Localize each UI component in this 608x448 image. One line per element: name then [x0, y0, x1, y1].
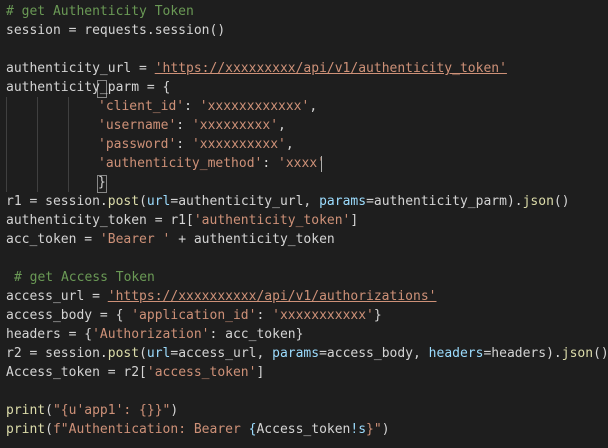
code-token: url	[146, 194, 171, 209]
code-token: 'https://xxxxxxxxxx/api/v1/authorization…	[107, 289, 437, 304]
code-token: print	[6, 403, 46, 418]
code-token: authenticity_url =	[6, 61, 155, 76]
code-token: ,	[278, 118, 286, 133]
code-token: 'xxxx'	[278, 156, 325, 171]
code-token: 'Authorization'	[92, 327, 210, 342]
code-token: 'access_token'	[146, 365, 257, 380]
code-token: :	[184, 99, 200, 114]
code-line-r1-post[interactable]: r1 = session.post(url=authenticity_url, …	[6, 192, 570, 211]
code-token: 'client_id'	[98, 99, 185, 114]
code-token: json	[561, 346, 594, 361]
code-token: ()	[553, 194, 570, 209]
code-token: :	[176, 118, 192, 133]
code-token: # get Authenticity Token	[6, 4, 194, 19]
code-line-print-fstring[interactable]: print(f"Authentication: Bearer {Access_t…	[6, 420, 390, 439]
code-token: # get Access Token	[14, 270, 155, 285]
code-token: access_url =	[6, 289, 108, 304]
code-line-client-id[interactable]: 'client_id': 'xxxxxxxxxxxx',	[6, 97, 317, 116]
code-token: )	[170, 403, 179, 418]
code-token: =access_body,	[319, 346, 429, 361]
code-token: Access_token	[256, 422, 351, 437]
code-line-authenticity-parm[interactable]: authenticity_parm = {	[6, 78, 170, 97]
code-token: headers = {	[6, 327, 93, 342]
code-line-authenticity-method[interactable]: 'authenticity_method': 'xxxx'	[6, 154, 325, 173]
code-line-session[interactable]: session = requests.session()	[6, 21, 225, 40]
code-token: + authenticity_token	[170, 232, 335, 247]
code-token: (	[139, 346, 147, 361]
code-token: =authenticity_parm).	[366, 194, 523, 209]
code-token: 'https://xxxxxxxxx/api/v1/authenticity_t…	[154, 61, 507, 76]
code-token: 'Bearer '	[99, 232, 171, 247]
code-token: =headers).	[483, 346, 562, 361]
code-token: url	[146, 346, 171, 361]
code-editor[interactable]: # get Authenticity Token session = reque…	[0, 0, 608, 448]
code-token: "{u'app1': {}}"	[52, 403, 171, 418]
code-token: (	[45, 403, 53, 418]
code-token: 'xxxxxxxxxxx'	[272, 308, 374, 323]
code-token: 'xxxxxxxxxxxx'	[199, 99, 310, 114]
code-token: authenticity_parm = {	[6, 80, 171, 95]
code-line-acc-token[interactable]: acc_token = 'Bearer ' + authenticity_tok…	[6, 230, 335, 249]
code-token: acc_token =	[6, 232, 100, 247]
code-line-print[interactable]: print("{u'app1': {}}")	[6, 401, 178, 420]
code-token: }	[373, 308, 382, 323]
code-token: json	[522, 194, 554, 209]
code-token: :	[262, 156, 279, 171]
code-token: 'password'	[98, 137, 177, 152]
code-token: authenticity_token = r1[	[6, 213, 194, 228]
code-token: ]	[350, 213, 359, 228]
code-line-comment[interactable]: # get Authenticity Token	[6, 2, 194, 21]
code-token: 'xxxxxxxxxx'	[191, 137, 286, 152]
code-token: 'xxxxxxxxx'	[191, 118, 279, 133]
code-token: access_body = {	[6, 308, 132, 323]
code-token: ]	[256, 365, 265, 380]
code-token: params	[319, 194, 367, 209]
code-token: )	[381, 422, 390, 437]
code-line-access-url[interactable]: access_url = 'https://xxxxxxxxxx/api/v1/…	[6, 287, 436, 306]
code-token: 'authenticity_token'	[193, 213, 351, 228]
code-token: =authenticity_url,	[170, 194, 320, 209]
code-token: :	[256, 308, 273, 323]
code-token: params	[272, 346, 320, 361]
code-token: r1 = session.	[6, 194, 108, 209]
code-token: post	[107, 346, 140, 361]
code-token: (	[45, 422, 53, 437]
code-token: : acc_token}	[209, 327, 304, 342]
code-token: session = requests.session()	[6, 23, 226, 38]
code-line-access-body[interactable]: access_body = { 'application_id': 'xxxxx…	[6, 306, 382, 325]
code-line-r2-post[interactable]: r2 = session.post(url=access_url, params…	[6, 344, 608, 363]
text-cursor	[321, 156, 322, 172]
code-token: :	[176, 137, 192, 152]
code-token: f"Authentication: Bearer	[52, 422, 249, 437]
code-line-password[interactable]: 'password': 'xxxxxxxxxx',	[6, 135, 294, 154]
code-token: Access_token = r2[	[6, 365, 147, 380]
code-line-access-token[interactable]: Access_token = r2['access_token']	[6, 363, 264, 382]
code-line-authenticity-url[interactable]: authenticity_url = 'https://xxxxxxxxx/ap…	[6, 59, 507, 78]
code-token: post	[107, 194, 140, 209]
code-token: r2 = session.	[6, 346, 108, 361]
code-token: 'username'	[98, 118, 177, 133]
code-token: }	[98, 175, 106, 190]
code-line-username[interactable]: 'username': 'xxxxxxxxx',	[6, 116, 286, 135]
code-token: (	[139, 194, 147, 209]
code-line-authenticity-token[interactable]: authenticity_token = r1['authenticity_to…	[6, 211, 358, 230]
code-token: 'authenticity_method'	[98, 156, 263, 171]
code-line-dict-close[interactable]: }	[6, 173, 106, 192]
code-token: ,	[285, 137, 294, 152]
code-line-headers[interactable]: headers = {'Authorization': acc_token}	[6, 325, 303, 344]
code-token: headers	[428, 346, 484, 361]
code-line-comment[interactable]: # get Access Token	[6, 268, 155, 287]
code-token: ,	[309, 99, 318, 114]
code-token: ()	[593, 346, 608, 361]
code-token: }"	[366, 422, 382, 437]
code-token: 'application_id'	[131, 308, 257, 323]
code-token: !s	[350, 422, 367, 437]
code-token: =access_url,	[170, 346, 273, 361]
code-token: print	[6, 422, 46, 437]
